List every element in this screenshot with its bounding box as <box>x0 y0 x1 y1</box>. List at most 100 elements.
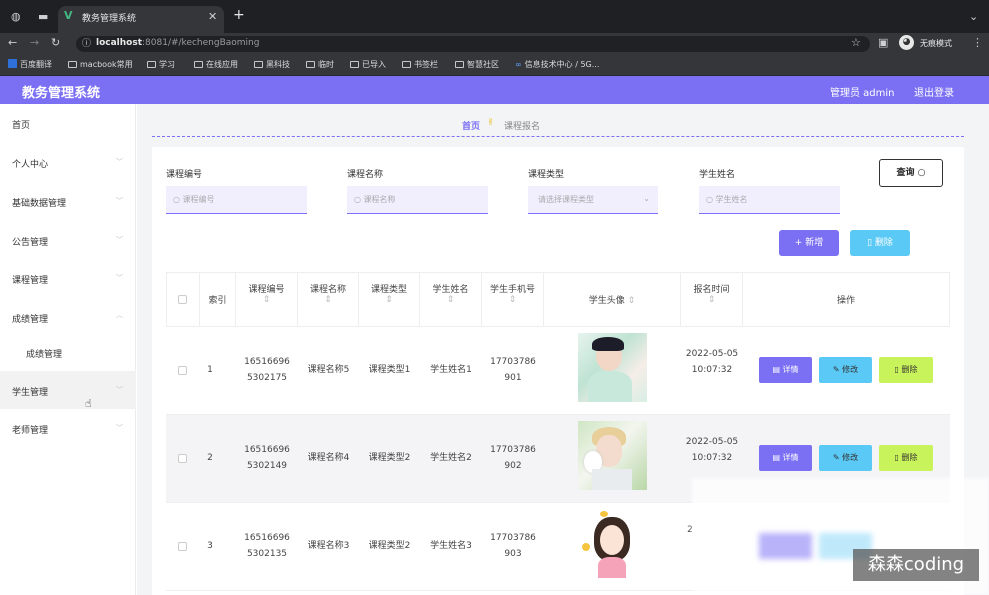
chevron-down-icon: ﹀ <box>116 424 123 432</box>
select-all-checkbox[interactable] <box>178 295 187 304</box>
sort-icon[interactable]: ⇕ <box>385 295 393 305</box>
header-label: 课程类型 <box>370 285 407 295</box>
bookmark-folder[interactable]: macbook常用 <box>68 59 133 70</box>
delete-button[interactable]: ▯ 删除 <box>850 230 910 256</box>
sort-icon[interactable]: ⇕ <box>447 295 455 305</box>
bookmark-item[interactable]: 百度翻译 <box>8 59 52 70</box>
sort-icon[interactable]: ⇕ <box>708 295 716 305</box>
bookmark-item[interactable]: ∞ 信息技术中心 / 5G... <box>515 59 599 70</box>
bookmark-label: 黑科技 <box>266 60 290 69</box>
bookmark-folder[interactable]: 学习 <box>147 59 175 70</box>
sidebar-item-teachers[interactable]: 老师管理 <box>12 423 48 436</box>
bookmark-folder[interactable]: 书签栏 <box>402 59 438 70</box>
info-icon[interactable]: ⓘ <box>82 37 91 51</box>
header-course-type[interactable]: 课程类型 ⇕ <box>359 272 420 327</box>
row-checkbox[interactable] <box>178 454 187 463</box>
cell-course-type: 课程类型1 <box>368 365 411 375</box>
back-icon[interactable]: ← <box>8 36 17 50</box>
sort-icon[interactable]: ⇕ <box>509 295 517 305</box>
course-code-input[interactable]: ○ 课程编号 <box>166 186 307 214</box>
header-avatar[interactable]: 学生头像 ⇕ <box>544 272 681 327</box>
cell-course-name: 课程名称4 <box>307 453 350 463</box>
row-delete-label: 删除 <box>901 453 918 462</box>
course-name-input[interactable]: ○ 课程名称 <box>347 186 488 214</box>
close-tab-icon[interactable]: ✕ <box>208 10 217 24</box>
incognito-icon[interactable]: ◕ <box>899 35 914 50</box>
cell-course-type: 课程类型2 <box>368 453 411 463</box>
sidebar-item-profile[interactable]: 个人中心 <box>12 157 48 170</box>
sort-icon[interactable]: ⇕ <box>324 295 332 305</box>
bookmark-folder[interactable]: 智慧社区 <box>455 59 499 70</box>
student-name-input[interactable]: ○ 学生姓名 <box>699 186 840 214</box>
cell-enroll-time: 2022-05-05 10:07:32 <box>685 437 739 463</box>
bookmark-label: 已导入 <box>362 60 386 69</box>
header-label: 课程编号 <box>248 285 285 295</box>
delete-button-label: 删除 <box>874 238 893 248</box>
course-code-placeholder: 课程编号 <box>182 195 215 204</box>
menu-icon[interactable]: ⋮ <box>972 36 983 50</box>
sidebar-item-course[interactable]: 课程管理 <box>12 273 48 286</box>
edit-label: 修改 <box>842 365 859 374</box>
edit-button[interactable]: ✎ 修改 <box>819 445 872 471</box>
row-delete-button[interactable]: ▯ 删除 <box>879 357 933 383</box>
cell-phone: 17703786 903 <box>490 533 536 559</box>
row-delete-button[interactable]: ▯ 删除 <box>879 445 933 471</box>
header-student-name[interactable]: 学生姓名 ⇕ <box>420 272 482 327</box>
header-enroll-time[interactable]: 报名时间 ⇕ <box>681 272 743 327</box>
cell-course-code: 16516696 5302149 <box>244 445 290 471</box>
bookmark-folder[interactable]: 黑科技 <box>254 59 290 70</box>
breadcrumb-home[interactable]: 首页 <box>462 119 480 132</box>
detail-button[interactable]: ▤ 详情 <box>759 357 812 383</box>
add-button[interactable]: + 新增 <box>779 230 839 256</box>
tab-overview-icon[interactable]: ▬ <box>38 10 48 24</box>
sidebar-item-base-data[interactable]: 基础数据管理 <box>12 196 66 209</box>
pencil-icon: ✎ <box>832 365 843 374</box>
sidebar-item-home[interactable]: 首页 <box>12 118 30 131</box>
row-checkbox[interactable] <box>178 542 187 551</box>
course-type-select[interactable]: 请选择课程类型 ⌄ <box>528 186 658 214</box>
chevron-down-icon: ﹀ <box>116 274 123 282</box>
new-tab-icon[interactable]: + <box>233 8 245 22</box>
bookmark-folder[interactable]: 已导入 <box>350 59 386 70</box>
bookmark-folder[interactable]: 在线应用 <box>194 59 238 70</box>
sidebar-item-notice[interactable]: 公告管理 <box>12 235 48 248</box>
cell-phone: 17703786 901 <box>490 357 536 383</box>
pencil-icon: ✎ <box>832 453 843 462</box>
student-avatar <box>578 421 647 490</box>
bookmark-label: 临时 <box>318 60 334 69</box>
sidepanel-icon[interactable]: ▣ <box>878 36 888 50</box>
edit-button[interactable]: ✎ 修改 <box>819 357 872 383</box>
bookmark-star-icon[interactable]: ☆ <box>851 36 861 50</box>
tab-search-icon[interactable]: ⌄ <box>969 10 978 24</box>
search-icon: ○ <box>706 195 716 204</box>
sidebar-subitem-grades[interactable]: 成绩管理 <box>26 347 62 360</box>
reload-icon[interactable]: ↻ <box>51 36 60 50</box>
header-student-phone[interactable]: 学生手机号 ⇕ <box>482 272 544 327</box>
query-button[interactable]: 查询 ○ <box>879 159 943 187</box>
blurred-detail-button <box>759 533 812 559</box>
sidebar-item-students[interactable]: 学生管理 <box>12 385 48 398</box>
row-checkbox[interactable] <box>178 366 187 375</box>
detail-button[interactable]: ▤ 详情 <box>759 445 812 471</box>
header-label: 学生姓名 <box>432 285 469 295</box>
bookmark-folder[interactable]: 临时 <box>306 59 334 70</box>
cell-phone: 17703786 902 <box>490 445 536 471</box>
header-label: 学生手机号 <box>489 285 535 295</box>
globe-icon[interactable]: ◍ <box>11 10 21 24</box>
forward-icon[interactable]: → <box>30 36 39 50</box>
header-actions: 操作 <box>743 272 950 327</box>
sort-icon[interactable]: ⇕ <box>263 295 271 305</box>
header-course-name[interactable]: 课程名称 ⇕ <box>298 272 359 327</box>
url-text: localhost:8081/#/kechengBaoming <box>96 38 259 48</box>
logout-link[interactable]: 退出登录 <box>914 84 954 99</box>
detail-label: 详情 <box>782 365 799 374</box>
chevron-down-icon: ﹀ <box>116 197 123 205</box>
header-label: 报名时间 <box>693 285 730 295</box>
sort-icon[interactable]: ⇕ <box>628 296 636 306</box>
header-label: 课程名称 <box>309 285 346 295</box>
sidebar <box>0 104 136 595</box>
search-icon: ○ <box>173 195 183 204</box>
victory-hand-icon: ✌ <box>487 118 495 128</box>
header-course-code[interactable]: 课程编号 ⇕ <box>236 272 298 327</box>
sidebar-item-grades[interactable]: 成绩管理 <box>12 312 48 325</box>
